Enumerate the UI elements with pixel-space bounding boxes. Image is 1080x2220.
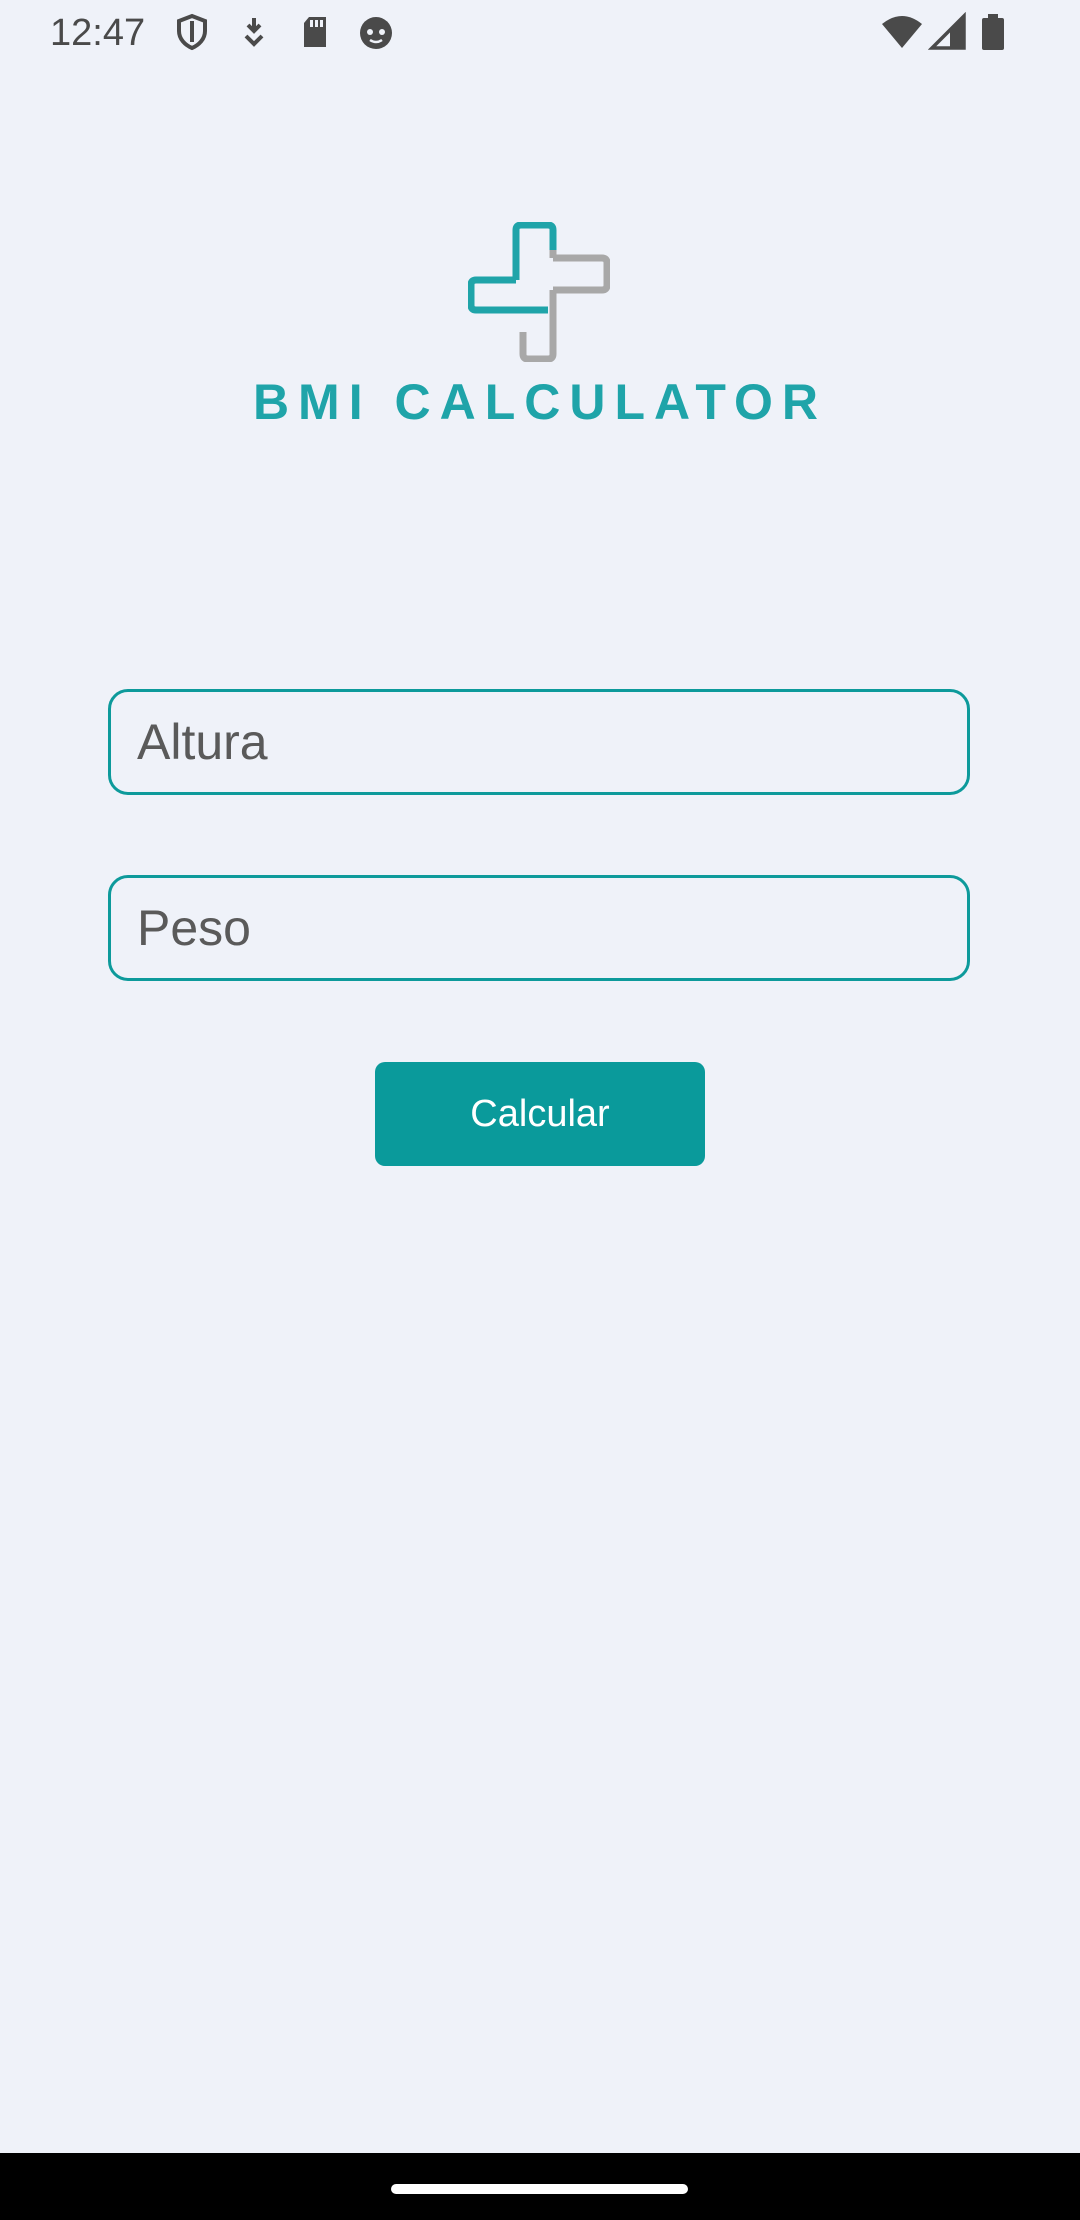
height-input[interactable] — [108, 689, 970, 795]
logo-text: BMI CALCULATOR — [252, 374, 828, 430]
wifi-icon — [880, 12, 924, 52]
home-gesture-handle[interactable] — [391, 2184, 688, 2194]
status-bar: 12:47 — [0, 0, 1080, 66]
status-time: 12:47 — [50, 12, 146, 54]
sd-card-icon — [295, 12, 335, 52]
battery-icon — [980, 12, 1006, 52]
calculate-button[interactable]: Calcular — [375, 1062, 705, 1166]
face-icon — [356, 12, 396, 52]
download-icon — [234, 12, 274, 52]
medical-cross-icon — [467, 221, 611, 363]
weight-input[interactable] — [108, 875, 970, 981]
shield-icon — [172, 12, 212, 52]
app-logo: BMI CALCULATOR — [0, 221, 1080, 432]
cell-signal-icon — [928, 12, 968, 52]
navigation-bar — [0, 2153, 1080, 2220]
